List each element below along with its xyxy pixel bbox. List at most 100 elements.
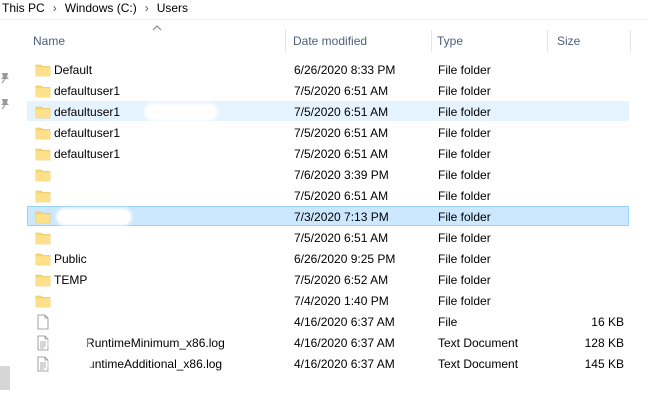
file-type: File folder — [438, 273, 491, 287]
folder-icon — [35, 83, 51, 99]
file-type: File folder — [438, 105, 491, 119]
file-name: 00_vcRuntimeMinimum_x86.log — [54, 336, 225, 350]
column-size[interactable]: Size — [557, 30, 580, 52]
folder-icon — [35, 293, 51, 309]
folder-icon — [35, 146, 51, 162]
redaction-mark — [58, 168, 144, 182]
redaction-mark — [146, 105, 216, 119]
table-row[interactable]: 7/5/2020 6:51 AM File folder — [27, 227, 629, 247]
file-size — [552, 207, 624, 227]
date-modified: 7/5/2020 6:51 AM — [294, 105, 389, 119]
folder-icon — [35, 104, 51, 120]
date-modified: 7/5/2020 6:51 AM — [294, 147, 389, 161]
breadcrumb-windows-c[interactable]: Windows (C:) — [61, 1, 141, 15]
file-size — [552, 60, 624, 80]
date-modified: 7/4/2020 1:40 PM — [294, 294, 389, 308]
date-modified: 7/5/2020 6:51 AM — [294, 126, 389, 140]
date-modified: 7/5/2020 6:51 AM — [294, 84, 389, 98]
column-divider[interactable] — [285, 30, 286, 52]
divider — [0, 19, 648, 20]
column-name[interactable]: Name — [33, 30, 65, 52]
folder-icon — [35, 167, 51, 183]
redaction-mark — [150, 126, 235, 140]
column-header: Name Date modified Type Size — [27, 25, 632, 52]
file-size — [552, 123, 624, 143]
column-date-modified[interactable]: Date modified — [293, 30, 367, 52]
file-type: File folder — [438, 231, 491, 245]
date-modified: 4/16/2020 6:37 AM — [294, 357, 395, 371]
table-row[interactable]: defaultuser1 7/5/2020 6:51 AM File folder — [27, 80, 629, 100]
file-type: File folder — [438, 63, 491, 77]
table-row[interactable]: 7/6/2020 3:39 PM File folder — [27, 164, 629, 184]
pin-icon[interactable] — [0, 72, 10, 84]
navigation-pane — [0, 20, 18, 400]
file-type: Text Document — [438, 336, 519, 350]
scrollbar-thumb[interactable] — [0, 366, 10, 390]
table-row[interactable]: 7/5/2020 6:51 AM File folder — [27, 185, 629, 205]
file-size — [552, 144, 624, 164]
redaction-mark — [58, 210, 130, 224]
redaction-mark — [50, 357, 90, 371]
redaction-mark — [58, 294, 120, 308]
breadcrumb: This PC › Windows (C:) › Users — [0, 0, 648, 16]
pin-icon[interactable] — [0, 98, 10, 110]
file-size: 16 KB — [591, 315, 624, 329]
file-type: File — [438, 315, 458, 329]
file-icon — [35, 314, 51, 330]
table-row[interactable]: defaultuser1 7/5/2020 6:51 AM File folder — [27, 143, 629, 163]
date-modified: 6/26/2020 9:25 PM — [294, 252, 396, 266]
text-document-icon — [35, 356, 51, 372]
date-modified: 7/5/2020 6:51 AM — [294, 189, 389, 203]
file-name: Default — [54, 63, 93, 77]
breadcrumb-users[interactable]: Users — [153, 1, 192, 15]
table-row[interactable]: 1_vcRuntimeAdditional_x86.log 4/16/2020 6… — [27, 353, 629, 373]
file-size: 145 KB — [584, 357, 624, 371]
redaction-mark — [50, 336, 86, 350]
sort-ascending-icon — [152, 25, 162, 31]
breadcrumb-this-pc[interactable]: This PC — [0, 1, 49, 15]
file-name: TEMP — [54, 273, 88, 287]
folder-icon — [35, 230, 51, 246]
file-size — [552, 186, 624, 206]
column-type[interactable]: Type — [437, 30, 463, 52]
file-type: File folder — [438, 126, 491, 140]
redaction-mark — [146, 147, 236, 161]
table-row[interactable]: 4/16/2020 6:37 AM File 16 KB — [27, 311, 629, 331]
date-modified: 4/16/2020 6:37 AM — [294, 315, 395, 329]
chevron-right-icon[interactable]: › — [141, 1, 153, 15]
file-type: File folder — [438, 189, 491, 203]
folder-icon — [35, 251, 51, 267]
file-type: File folder — [438, 147, 491, 161]
table-row[interactable]: 00_vcRuntimeMinimum_x86.log 4/16/2020 6:3… — [27, 332, 629, 352]
file-size — [552, 228, 624, 248]
column-divider[interactable] — [431, 30, 432, 52]
file-type: File folder — [438, 252, 491, 266]
file-type: File folder — [438, 168, 491, 182]
folder-icon — [35, 125, 51, 141]
file-type: File folder — [438, 294, 491, 308]
redaction-mark — [58, 189, 110, 203]
date-modified: 7/5/2020 6:52 AM — [294, 273, 389, 287]
table-row[interactable]: Default 6/26/2020 8:33 PM File folder — [27, 59, 629, 79]
file-type: Text Document — [438, 357, 519, 371]
table-row[interactable]: 7/4/2020 1:40 PM File folder — [27, 290, 629, 310]
column-divider[interactable] — [547, 30, 548, 52]
redaction-mark — [58, 231, 150, 245]
file-type: File folder — [438, 84, 491, 98]
chevron-right-icon[interactable]: › — [49, 1, 61, 15]
table-row[interactable]: defaultuser1 7/5/2020 6:51 AM File folder — [27, 122, 629, 142]
column-divider[interactable] — [630, 30, 631, 52]
file-size — [552, 270, 624, 290]
folder-icon — [35, 188, 51, 204]
table-row[interactable]: defaultuser1 7/5/2020 6:51 AM File folder — [27, 101, 629, 121]
table-row[interactable]: Public 6/26/2020 9:25 PM File folder — [27, 248, 629, 268]
table-row[interactable]: 7/3/2020 7:13 PM File folder — [27, 206, 629, 226]
date-modified: 4/16/2020 6:37 AM — [294, 336, 395, 350]
folder-icon — [35, 62, 51, 78]
file-size — [552, 249, 624, 269]
file-name: defaultuser1 — [54, 84, 121, 98]
table-row[interactable]: TEMP 7/5/2020 6:52 AM File folder — [27, 269, 629, 289]
folder-icon — [35, 272, 51, 288]
date-modified: 7/5/2020 6:51 AM — [294, 231, 389, 245]
file-size — [552, 81, 624, 101]
